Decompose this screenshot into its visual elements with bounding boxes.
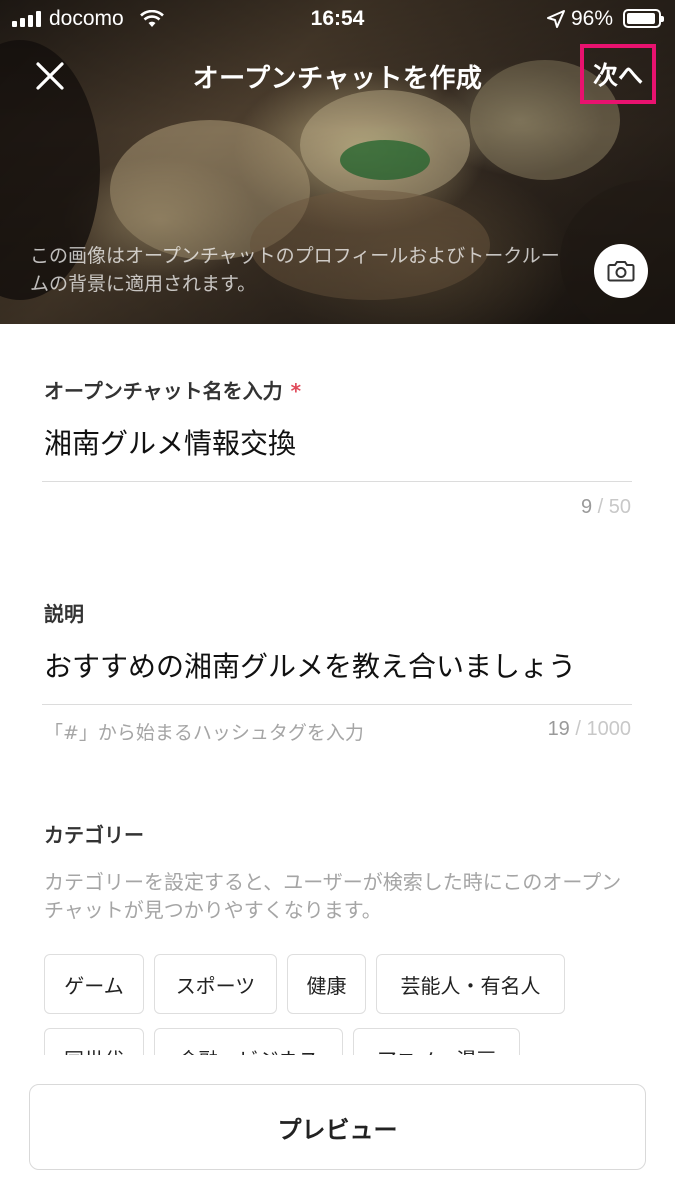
preview-button[interactable]: プレビュー xyxy=(29,1084,646,1170)
page-title: オープンチャットを作成 xyxy=(192,64,483,94)
battery-icon xyxy=(623,9,664,28)
required-asterisk: * xyxy=(290,379,302,403)
description-field-label: 説明 xyxy=(44,602,84,626)
name-char-counter: 9 / 50 xyxy=(580,496,631,518)
next-button[interactable]: 次へ xyxy=(580,44,656,104)
description-char-counter: 19 / 1000 xyxy=(547,718,631,740)
category-label: カテゴリー xyxy=(44,823,144,847)
chat-name-input[interactable]: 湘南グルメ情報交換 xyxy=(44,422,296,462)
change-cover-button[interactable] xyxy=(594,244,648,298)
battery-percent: 96% xyxy=(571,7,614,30)
camera-icon xyxy=(607,261,635,282)
status-bar: docomo 16:54 96% xyxy=(0,0,675,40)
name-field-underline xyxy=(42,481,632,482)
name-field-label: オープンチャット名を入力 * xyxy=(44,379,302,403)
cover-image-caption: この画像はオープンチャットのプロフィールおよびトークルームの背景に適用されます。 xyxy=(30,245,560,295)
description-input[interactable]: おすすめの湘南グルメを教え合いましょう xyxy=(44,645,576,685)
category-chip[interactable]: スポーツ xyxy=(154,954,277,1014)
description-field-underline xyxy=(42,704,632,705)
category-chip[interactable]: 健康 xyxy=(287,954,366,1014)
category-description: カテゴリーを設定すると、ユーザーが検索した時にこのオープンチャットが見つかりやす… xyxy=(44,870,622,922)
category-chip[interactable]: 芸能人・有名人 xyxy=(376,954,565,1014)
location-arrow-icon xyxy=(547,10,565,28)
hashtag-hint: 「#」から始まるハッシュタグを入力 xyxy=(44,722,364,744)
navigation-bar: オープンチャットを作成 次へ xyxy=(0,40,675,112)
category-chip[interactable]: ゲーム xyxy=(44,954,144,1014)
